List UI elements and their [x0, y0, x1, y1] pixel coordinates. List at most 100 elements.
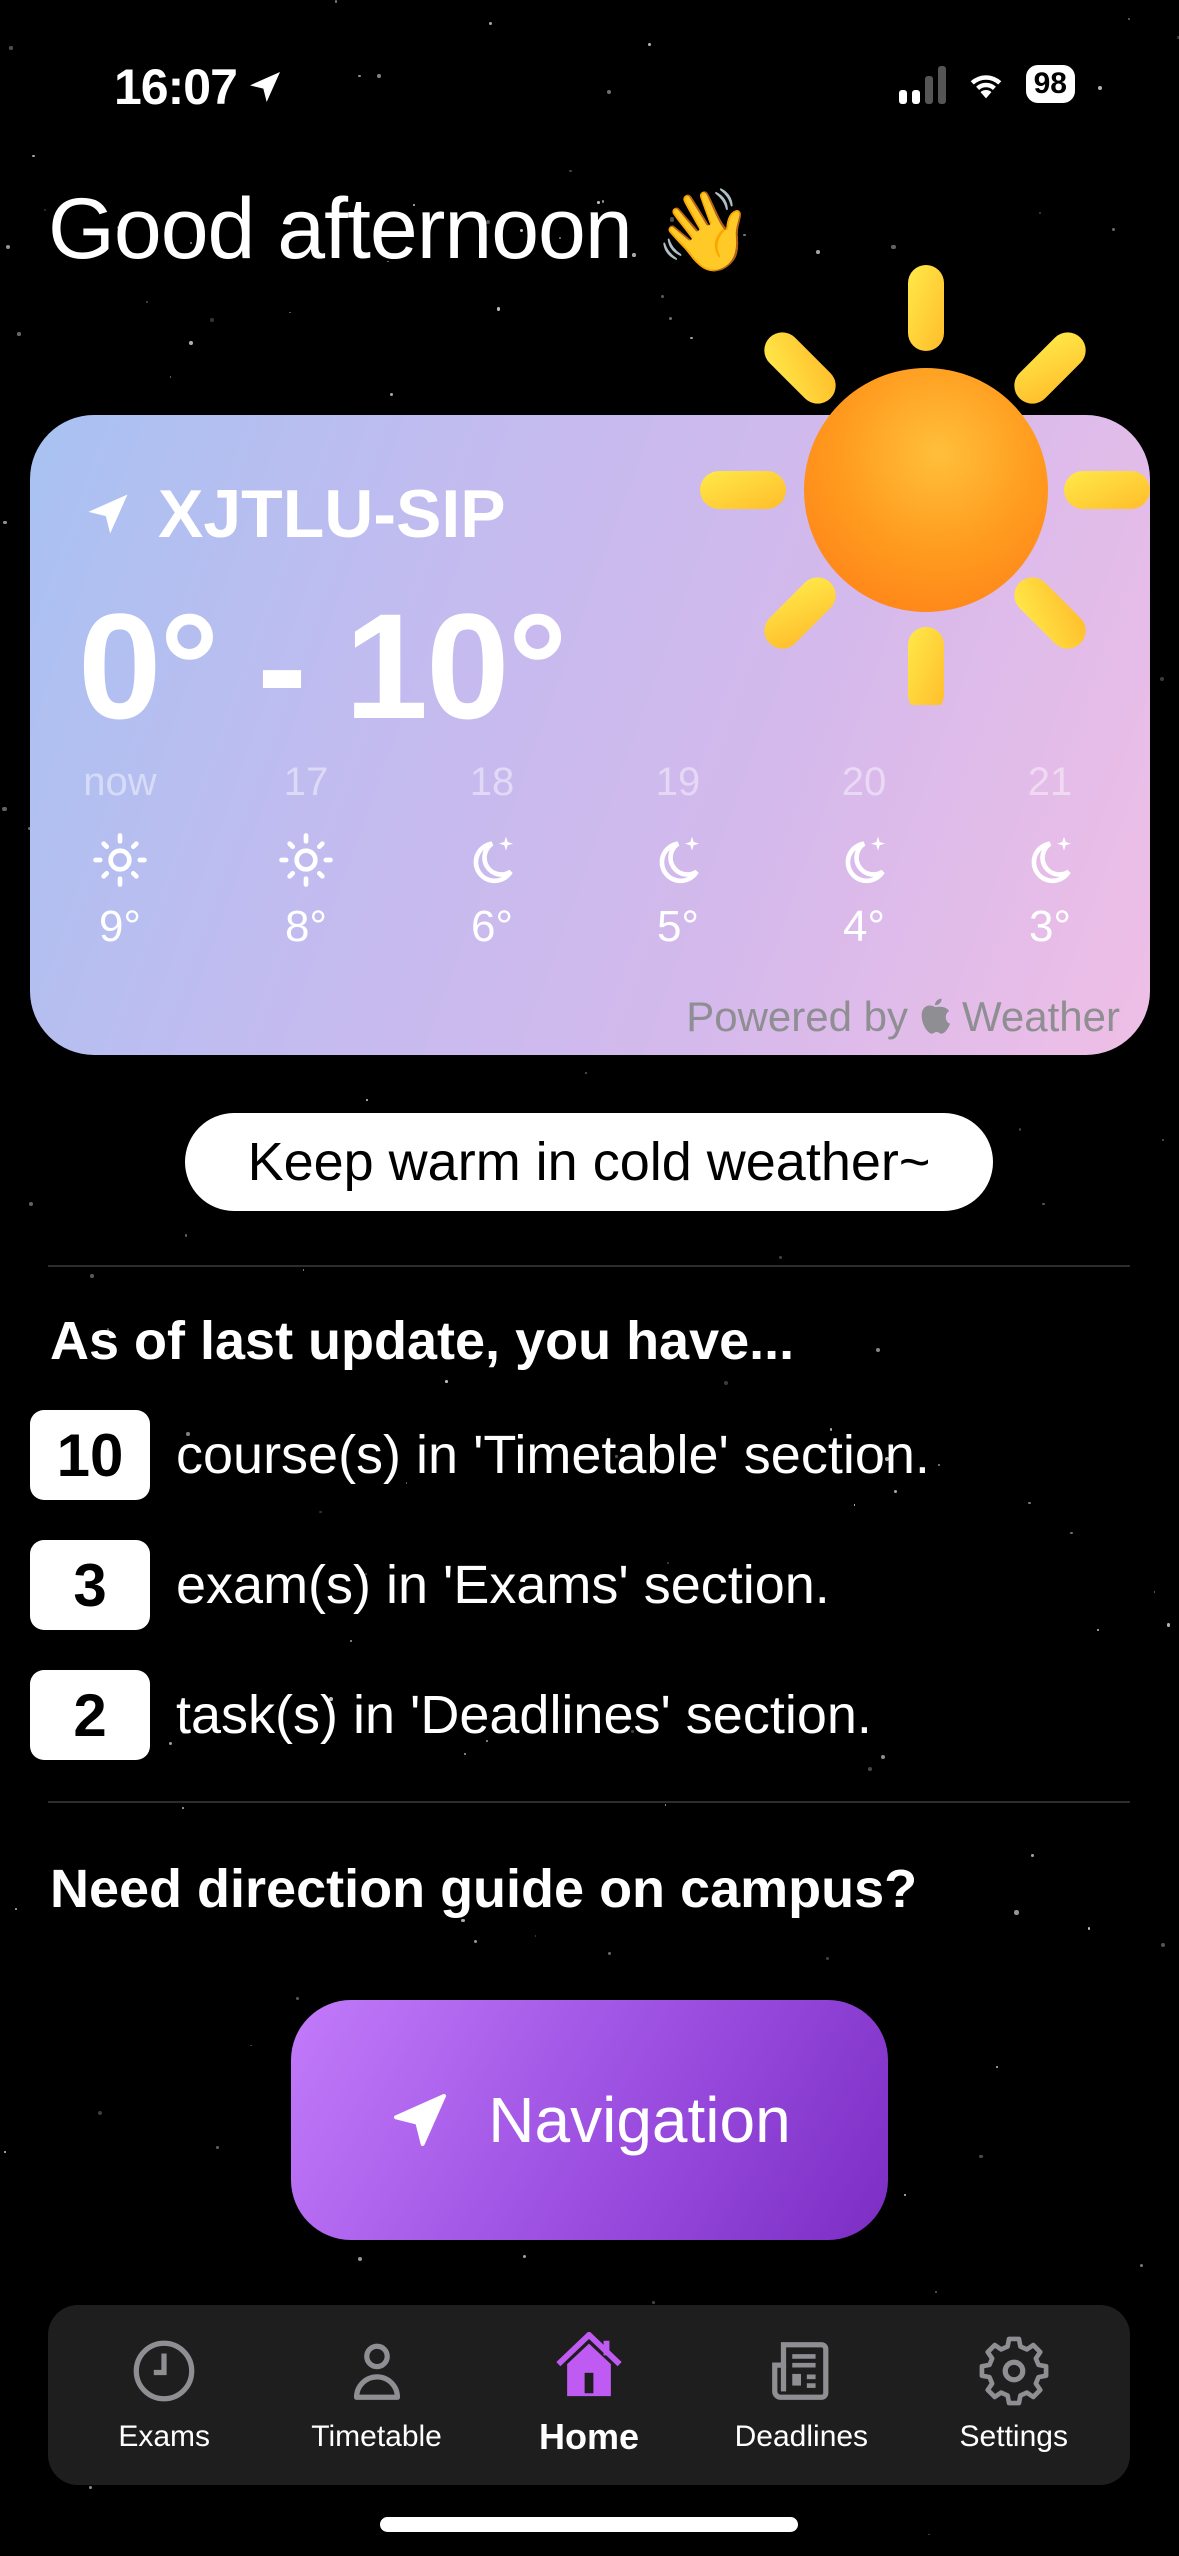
hour-label: 19: [655, 760, 701, 804]
summary-text: exam(s) in 'Exams' section.: [176, 1555, 830, 1615]
powered-by-weather[interactable]: Powered by Weather: [686, 993, 1120, 1041]
divider: [48, 1801, 1130, 1803]
star-dot: [296, 1997, 300, 2000]
tab-exams[interactable]: Exams: [64, 2315, 264, 2475]
tab-timetable[interactable]: Timetable: [277, 2315, 477, 2475]
star-dot: [935, 2290, 938, 2293]
star-dot: [17, 332, 21, 336]
tab-label: Deadlines: [734, 2420, 869, 2453]
star-dot: [1070, 1531, 1073, 1534]
summary-item-deadlines: 2 task(s) in 'Deadlines' section.: [30, 1670, 872, 1760]
location-arrow-icon: [249, 72, 280, 102]
star-dot: [15, 1907, 17, 1910]
star-dot: [1162, 1139, 1165, 1142]
hourly-item: 21 3°: [990, 760, 1110, 952]
star-dot: [389, 392, 393, 396]
summary-text: task(s) in 'Deadlines' section.: [176, 1685, 872, 1745]
weather-tip: Keep warm in cold weather~: [185, 1113, 993, 1211]
star-dot: [853, 1503, 856, 1506]
star-dot: [668, 316, 672, 320]
star-dot: [523, 2255, 527, 2259]
star-dot: [90, 1274, 94, 1278]
location-name: XJTLU-SIP: [158, 476, 506, 552]
sun-icon: [700, 265, 1150, 705]
newspaper-icon: [772, 2342, 829, 2400]
star-dot: [1167, 1623, 1171, 1627]
star-dot: [473, 1939, 477, 1944]
hour-label: now: [83, 760, 157, 804]
hour-label: 20: [841, 760, 887, 804]
status-time-text: 16:07: [114, 59, 238, 115]
moon-stars-icon: [473, 836, 513, 884]
moon-stars-icon: [659, 836, 699, 884]
star-dot: [996, 2065, 999, 2068]
star-dot: [1028, 1501, 1032, 1505]
tab-label: Timetable: [311, 2420, 442, 2453]
star-dot: [2, 807, 7, 812]
hour-temp: 9°: [98, 902, 142, 951]
star-dot: [928, 2533, 930, 2536]
summary-title: As of last update, you have...: [50, 1311, 795, 1371]
summary-item-exams: 3 exam(s) in 'Exams' section.: [30, 1540, 830, 1630]
star-dot: [779, 1255, 783, 1260]
star-dot: [664, 1804, 667, 1806]
star-dot: [1153, 1591, 1156, 1593]
wifi-icon: [970, 75, 1001, 99]
star-dot: [184, 1234, 188, 1238]
star-dot: [1160, 1943, 1165, 1948]
location-arrow-icon: [88, 494, 128, 534]
sun-icon: [279, 833, 333, 887]
divider: [48, 1265, 1130, 1267]
navigation-prompt: Need direction guide on campus?: [50, 1859, 918, 1919]
star-dot: [585, 1072, 588, 1074]
hour-label: 18: [469, 760, 515, 804]
hourly-item: 20 4°: [804, 760, 924, 952]
tab-home[interactable]: Home: [489, 2315, 689, 2475]
cellular-signal-icon: [898, 64, 946, 104]
star-dot: [88, 2486, 92, 2490]
battery-indicator: 98: [1025, 65, 1075, 103]
star-dot: [826, 1957, 830, 1961]
hour-temp: 6°: [470, 902, 514, 951]
star-dot: [3, 520, 7, 525]
star-dot: [724, 1381, 729, 1386]
navigation-button[interactable]: Navigation: [291, 2000, 888, 2240]
star-dot: [1096, 1628, 1100, 1632]
hourly-item: 19 5°: [618, 760, 738, 952]
star-dot: [979, 2155, 983, 2159]
hourly-item: now 9°: [60, 760, 180, 952]
star-dot: [1140, 2264, 1144, 2268]
star-dot: [444, 1380, 448, 1383]
star-dot: [1030, 1853, 1034, 1857]
star-dot: [1042, 1203, 1045, 1206]
hour-label: 21: [1027, 760, 1073, 804]
star-dot: [319, 1510, 323, 1514]
star-dot: [903, 2194, 907, 2197]
tab-settings[interactable]: Settings: [914, 2315, 1114, 2475]
star-dot: [1014, 1910, 1019, 1915]
gear-icon: [979, 2336, 1049, 2406]
star-dot: [44, 209, 47, 212]
star-dot: [868, 1767, 873, 1771]
home-indicator[interactable]: [380, 2517, 798, 2532]
hour-temp: 8°: [284, 902, 328, 951]
star-dot: [3, 2151, 6, 2154]
tab-deadlines[interactable]: Deadlines: [701, 2315, 901, 2475]
star-dot: [357, 2256, 363, 2262]
summary-text: course(s) in 'Timetable' section.: [176, 1425, 930, 1485]
greeting-heading: Good afternoon 👋: [48, 180, 754, 279]
hour-temp: 3°: [1028, 902, 1072, 951]
star-dot: [6, 244, 11, 250]
star-dot: [1159, 676, 1165, 681]
star-dot: [215, 2146, 220, 2150]
star-dot: [661, 295, 665, 299]
summary-item-timetable: 10 course(s) in 'Timetable' section.: [30, 1410, 930, 1500]
count-badge: 2: [30, 1670, 150, 1760]
star-dot: [169, 375, 172, 378]
star-dot: [1038, 211, 1041, 214]
star-dot: [652, 2300, 656, 2304]
hourly-forecast: now 9° 17 8° 18 6° 19 5° 20 4° 21 3°: [60, 760, 1120, 952]
navigation-button-label: Navigation: [488, 2084, 791, 2156]
house-icon: [556, 2332, 622, 2397]
star-dot: [1018, 1127, 1022, 1131]
